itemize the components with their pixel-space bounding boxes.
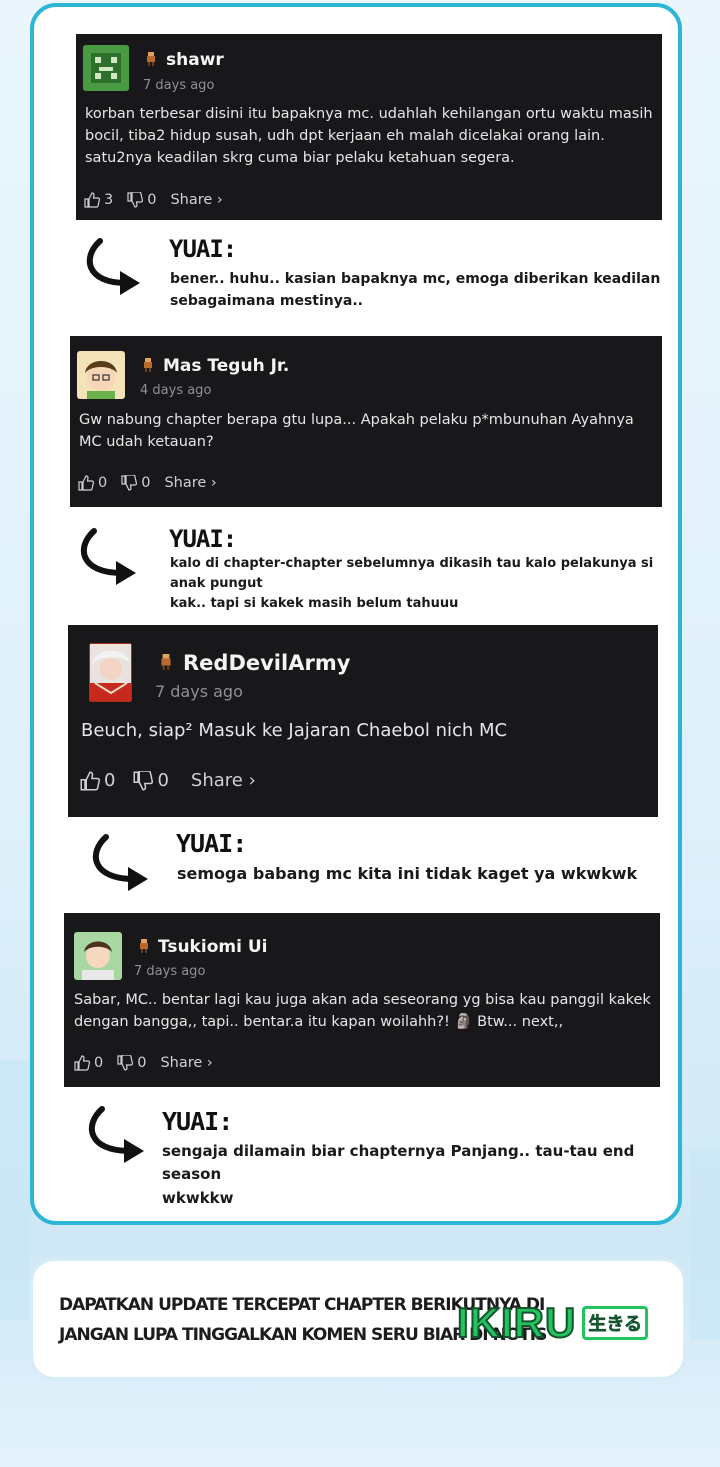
reply-text-line: wkwkkw: [162, 1188, 234, 1207]
dislike-button[interactable]: 0: [127, 192, 156, 208]
comments-panel: shawr 7 days ago korban terbesar disini …: [30, 3, 682, 1225]
comment-text: Gw nabung chapter berapa gtu lupa... Apa…: [79, 410, 654, 454]
logo-jp-text: 生きる: [582, 1306, 648, 1340]
comment-actions: 0 0 Share ›: [74, 1055, 227, 1071]
thumbs-up-icon: [84, 192, 100, 208]
like-count: 0: [98, 475, 108, 491]
reply-text-line: sebagaimana mestinya..: [170, 292, 363, 309]
reply-text-line: bener.. huhu.. kasian bapaknya mc, emoga…: [170, 271, 661, 287]
dislike-count: 0: [147, 192, 157, 208]
comment-card-shawr: shawr 7 days ago korban terbesar disini …: [76, 34, 662, 220]
thumbs-down-icon: [133, 770, 154, 791]
comment-text-line: dengan bangga,, tapi.. bentar.a itu kapa…: [74, 1013, 564, 1030]
comment-timestamp: 7 days ago: [143, 78, 215, 93]
curved-arrow-icon: [86, 238, 140, 295]
like-count: 0: [104, 770, 116, 791]
comment-actions: 3 0 Share ›: [84, 192, 237, 208]
comment-text-line: MC udah ketauan?: [79, 433, 214, 450]
reply-text: semoga babang mc kita ini tidak kaget ya…: [177, 862, 637, 887]
reply-author: YUAI:: [169, 235, 237, 263]
dislike-button[interactable]: 0: [133, 770, 169, 791]
share-button[interactable]: Share ›: [191, 770, 256, 791]
thumbs-up-icon: [78, 475, 94, 491]
comment-text: korban terbesar disini itu bapaknya mc. …: [85, 104, 655, 169]
dislike-count: 0: [141, 475, 151, 491]
rank-icon: [147, 52, 155, 66]
rank-icon: [140, 939, 148, 953]
comment-text-line: Gw nabung chapter berapa gtu lupa... Apa…: [79, 412, 634, 428]
rank-icon: [161, 654, 171, 670]
like-button[interactable]: 0: [80, 770, 115, 791]
comment-card-mas-teguh: Mas Teguh Jr. 4 days ago Gw nabung chapt…: [70, 336, 662, 507]
reply-text: bener.. huhu.. kasian bapaknya mc, emoga…: [170, 269, 660, 312]
comment-actions: 0 0 Share ›: [80, 770, 270, 791]
share-button[interactable]: Share ›: [160, 1055, 212, 1071]
reply-author: YUAI:: [176, 829, 247, 858]
like-button[interactable]: 3: [84, 192, 113, 208]
comment-timestamp: 7 days ago: [134, 964, 206, 979]
thumbs-up-icon: [80, 770, 100, 790]
reply-text-line: kalo di chapter-chapter sebelumnya dikas…: [170, 556, 654, 592]
comment-card-tsukiomi-ui: Tsukiomi Ui 7 days ago Sabar, MC.. benta…: [64, 913, 660, 1087]
comment-username[interactable]: Mas Teguh Jr.: [163, 356, 289, 376]
comment-text-line: korban terbesar disini itu bapaknya mc. …: [85, 106, 653, 122]
dislike-button[interactable]: 0: [121, 475, 150, 491]
dislike-count: 0: [157, 770, 169, 791]
like-count: 0: [94, 1055, 104, 1071]
comment-text-line: satu2nya keadilan skrg cuma biar pelaku …: [85, 149, 515, 166]
comment-username[interactable]: shawr: [166, 50, 224, 70]
reply-text: kalo di chapter-chapter sebelumnya dikas…: [170, 554, 678, 614]
thumbs-down-icon: [117, 1055, 134, 1071]
avatar: [77, 351, 125, 399]
comment-text-line: bocil, tiba2 hidup susah, udh dpt kerjaa…: [85, 127, 605, 144]
logo-text: IKIRU: [456, 1299, 577, 1346]
like-button[interactable]: 0: [78, 475, 107, 491]
dislike-button[interactable]: 0: [117, 1055, 146, 1071]
dislike-count: 0: [137, 1055, 147, 1071]
footer-banner: DAPATKAN UPDATE TERCEPAT CHAPTER BERIKUT…: [30, 1258, 686, 1380]
curved-arrow-icon: [88, 1106, 144, 1163]
thumbs-up-icon: [74, 1055, 90, 1071]
thumbs-down-icon: [127, 192, 144, 208]
curved-arrow-icon: [92, 834, 148, 891]
avatar: [74, 932, 122, 980]
background-building: [0, 1060, 30, 1320]
comment-username[interactable]: Tsukiomi Ui: [158, 937, 267, 957]
rank-icon: [144, 358, 152, 372]
reply-author: YUAI:: [169, 525, 237, 553]
comment-username[interactable]: RedDevilArmy: [183, 651, 350, 675]
reply-text: sengaja dilamain biar chapternya Panjang…: [162, 1140, 678, 1210]
reply-text-line: semoga babang mc kita ini tidak kaget ya…: [177, 864, 638, 883]
comment-text: Sabar, MC.. bentar lagi kau juga akan ad…: [74, 990, 654, 1034]
reply-text-line: kak.. tapi si kakek masih belum tahuuu: [170, 596, 459, 612]
curved-arrow-icon: [80, 528, 136, 585]
reply-author: YUAI:: [162, 1107, 233, 1136]
comment-card-reddevilarmy: RedDevilArmy 7 days ago Beuch, siap² Mas…: [68, 625, 658, 817]
reply-text-line: sengaja dilamain biar chapternya Panjang…: [162, 1142, 635, 1184]
comment-text-line: Beuch, siap² Masuk ke Jajaran Chaebol ni…: [81, 720, 508, 741]
avatar: [83, 45, 129, 91]
like-count: 3: [104, 192, 114, 208]
ikiru-logo[interactable]: IKIRU 生きる: [456, 1299, 661, 1346]
comment-text: Beuch, siap² Masuk ke Jajaran Chaebol ni…: [81, 717, 651, 744]
comment-timestamp: 4 days ago: [140, 383, 212, 398]
background-building: [690, 1150, 720, 1340]
share-button[interactable]: Share ›: [170, 192, 222, 208]
comment-text-line: Sabar, MC.. bentar lagi kau juga akan ad…: [74, 992, 651, 1008]
comment-actions: 0 0 Share ›: [78, 475, 231, 491]
avatar: [89, 643, 132, 702]
thumbs-down-icon: [121, 475, 138, 491]
share-button[interactable]: Share ›: [164, 475, 216, 491]
like-button[interactable]: 0: [74, 1055, 103, 1071]
comment-timestamp: 7 days ago: [155, 682, 243, 701]
